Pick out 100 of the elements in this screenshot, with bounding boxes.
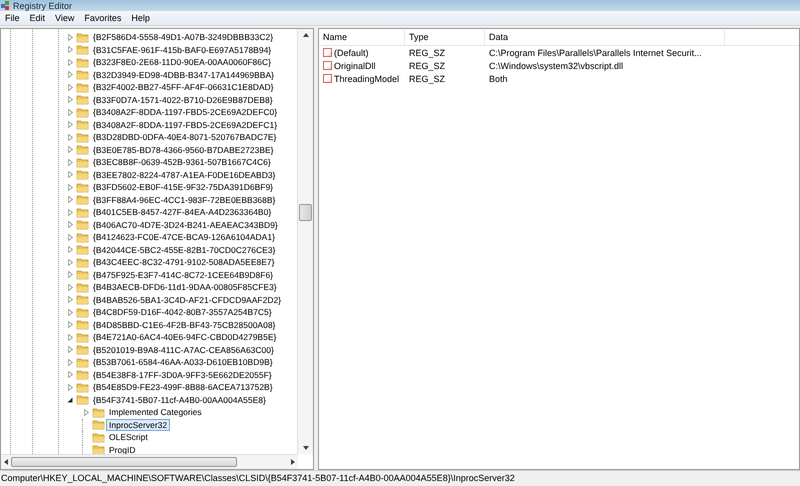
expand-triangle-icon[interactable] — [65, 206, 75, 218]
column-header[interactable]: Data — [485, 30, 725, 44]
tree-item[interactable]: {B3E0E785-BD78-4366-9560-B7DABE2723BE} — [90, 144, 277, 156]
scroll-thumb[interactable] — [299, 204, 312, 221]
expand-triangle-icon[interactable] — [65, 344, 75, 356]
tree-item[interactable]: {B54F3741-5B07-11cf-A4B0-00AA004A55E8} — [90, 394, 269, 406]
scroll-right-icon[interactable] — [291, 459, 295, 465]
tree-item[interactable]: {B3408A2F-8DDA-1197-FBD5-2CE69A2DEFC0} — [90, 106, 280, 118]
tree-item[interactable]: Implemented Categories — [106, 406, 205, 418]
tree-item[interactable]: {B5201019-B9A8-411C-A7AC-CEA856A63C00} — [90, 344, 277, 356]
expand-triangle-icon[interactable] — [65, 181, 75, 194]
folder-icon — [76, 194, 89, 206]
tree-item[interactable]: {B43C4EEC-8C32-4791-9102-508ADA5EE8E7} — [90, 256, 278, 268]
scroll-down-icon[interactable] — [302, 446, 308, 450]
tree-item[interactable]: {B32F4002-BB27-45FF-AF4F-06631C1E8DAD} — [90, 81, 276, 94]
tree-item[interactable]: {B4E721A0-6AC4-40E6-94FC-CBD0D4279B5E} — [90, 331, 280, 344]
tree-item[interactable]: ProgID — [106, 444, 138, 454]
folder-icon — [76, 82, 89, 93]
expand-triangle-icon[interactable] — [81, 406, 91, 418]
tree-item[interactable]: {B53B7061-6584-46AA-A033-D610EB10BD9B} — [90, 356, 276, 368]
expand-triangle-icon[interactable] — [65, 356, 75, 368]
folder-icon — [76, 382, 89, 393]
scroll-up-icon[interactable] — [302, 33, 308, 37]
tree-item[interactable]: {B54E85D9-FE23-499F-8B88-6ACEA713752B} — [90, 381, 276, 394]
expand-triangle-icon[interactable] — [65, 306, 75, 318]
tree-item[interactable]: {B4124623-FC0E-47CE-BCA9-126A6104ADA1} — [90, 231, 278, 244]
folder-icon — [76, 119, 89, 130]
scroll-thumb[interactable] — [11, 457, 237, 467]
folder-icon — [76, 44, 89, 56]
expand-triangle-icon[interactable] — [65, 56, 75, 68]
expand-triangle-icon[interactable] — [65, 94, 75, 106]
tree-item[interactable]: {B475F925-E3F7-414C-8C72-1CEE64B9D8F6} — [90, 268, 276, 281]
expand-triangle-icon[interactable] — [65, 256, 75, 268]
tree-item[interactable]: {B3408A2F-8DDA-1197-FBD5-2CE69A2DEFC1} — [90, 118, 280, 131]
tree-item[interactable]: {B4D85BBD-C1E6-4F2B-BF43-75CB28500A08} — [90, 318, 278, 331]
tree-item[interactable]: {B406AC70-4D7E-3D24-B241-AEAEAC343BD9} — [90, 218, 281, 231]
menu-item[interactable]: File — [0, 12, 25, 24]
folder-icon — [76, 244, 89, 256]
expand-triangle-icon[interactable] — [65, 194, 75, 206]
tree-item[interactable]: {B323F8E0-2E68-11D0-90EA-00AA0060F86C} — [90, 56, 274, 68]
expand-triangle-icon[interactable] — [65, 318, 75, 331]
expand-triangle-icon[interactable] — [65, 294, 75, 306]
tree-item[interactable]: {B54E38F8-17FF-3D0A-9FF3-5E662DE2055F} — [90, 368, 275, 381]
tree-item[interactable]: OLEScript — [106, 431, 151, 444]
status-bar: Computer\HKEY_LOCAL_MACHINE\SOFTWARE\Classes\CLSID\{B54F3741-5B07-11cf-A4B0-00AA004A55E8}\InprocServer32 — [0, 470, 800, 486]
expand-triangle-icon[interactable] — [65, 268, 75, 281]
expand-triangle-icon[interactable] — [65, 368, 75, 381]
expand-triangle-icon[interactable] — [65, 144, 75, 156]
folder-icon — [76, 344, 89, 356]
tree-item[interactable]: {B42044CE-5BC2-455E-82B1-70CD0C276CE3} — [90, 244, 278, 256]
tree-item[interactable]: {B32D3949-ED98-4DBB-B347-17A144969BBA} — [90, 68, 277, 81]
tree-item[interactable]: {B33F0D7A-1571-4022-B710-D26E9B87DEB8} — [90, 94, 276, 106]
menu-item[interactable]: Edit — [24, 12, 50, 24]
expand-triangle-icon[interactable] — [65, 244, 75, 256]
column-header[interactable]: Name — [319, 30, 405, 44]
menu-item[interactable]: Favorites — [79, 12, 126, 24]
scroll-left-icon[interactable] — [4, 459, 8, 465]
tree-item[interactable]: {B3EC8B8F-0639-452B-9361-507B1667C4C6} — [90, 156, 274, 168]
expand-triangle-icon[interactable] — [65, 118, 75, 131]
expand-triangle-icon[interactable] — [65, 281, 75, 294]
tree-item[interactable]: {B31C5FAE-961F-415b-BAF0-E697A5178B94} — [90, 44, 274, 56]
folder-icon — [76, 169, 89, 180]
folder-icon — [76, 269, 89, 280]
value-name[interactable]: (Default) — [334, 48, 369, 58]
expand-triangle-icon[interactable] — [65, 331, 75, 344]
horizontal-scrollbar[interactable] — [1, 454, 298, 469]
value-name[interactable]: ThreadingModel — [334, 74, 400, 84]
tree-item[interactable]: {B4B3AECB-DFD6-11d1-9DAA-00805F85CFE3} — [90, 281, 280, 294]
expand-triangle-icon[interactable] — [65, 168, 75, 181]
folder-icon — [92, 432, 105, 443]
menu-item[interactable]: Help — [126, 12, 155, 24]
tree-item[interactable]: {B4BAB526-5BA1-3C4D-AF21-CFDCD9AAF2D2} — [90, 294, 284, 306]
tree-item[interactable]: {B3EE7802-8224-4787-A1EA-F0DE16DEABD3} — [90, 168, 278, 181]
expand-triangle-icon[interactable] — [65, 44, 75, 56]
expand-triangle-icon[interactable] — [65, 31, 75, 44]
value-name[interactable]: OriginalDll — [334, 60, 376, 70]
expand-triangle-icon[interactable] — [65, 231, 75, 244]
expand-triangle-icon[interactable] — [65, 218, 75, 231]
column-header[interactable]: Type — [405, 30, 485, 44]
expand-triangle-icon[interactable] — [65, 131, 75, 144]
folder-icon — [76, 294, 89, 306]
vertical-scrollbar[interactable] — [297, 29, 313, 454]
folder-icon — [76, 282, 89, 293]
tree-item[interactable]: {B3FF88A4-96EC-4CC1-983F-72BE0EBB368B} — [90, 194, 278, 206]
value-type: REG_SZ — [408, 48, 446, 58]
expand-triangle-icon[interactable] — [65, 81, 75, 94]
folder-icon — [76, 332, 89, 343]
tree-item[interactable]: {B2F586D4-5558-49D1-A07B-3249DBBB33C2} — [90, 31, 276, 44]
tree-item[interactable]: {B3FD5602-EB0F-415E-9F32-75DA391D6BF9} — [90, 181, 276, 194]
expand-triangle-icon[interactable] — [65, 68, 75, 81]
menu-item[interactable]: View — [50, 12, 80, 24]
tree-item[interactable]: {B4C8DF59-D16F-4042-80B7-3557A254B7C5} — [90, 306, 275, 318]
window-title: Registry Editor — [13, 0, 72, 10]
tree-item[interactable]: {B401C5EB-8457-427F-84EA-A4D2363364B0} — [90, 206, 274, 218]
tree-item[interactable]: InprocServer32 — [106, 418, 170, 431]
expand-triangle-icon[interactable] — [65, 156, 75, 168]
tree-item[interactable]: {B3D28DBD-0DFA-40E4-8071-520767BADC7E} — [90, 131, 280, 144]
expand-triangle-icon[interactable] — [65, 106, 75, 118]
value-data: C:\Windows\system32\vbscript.dll — [488, 60, 624, 70]
folder-icon — [76, 94, 89, 106]
